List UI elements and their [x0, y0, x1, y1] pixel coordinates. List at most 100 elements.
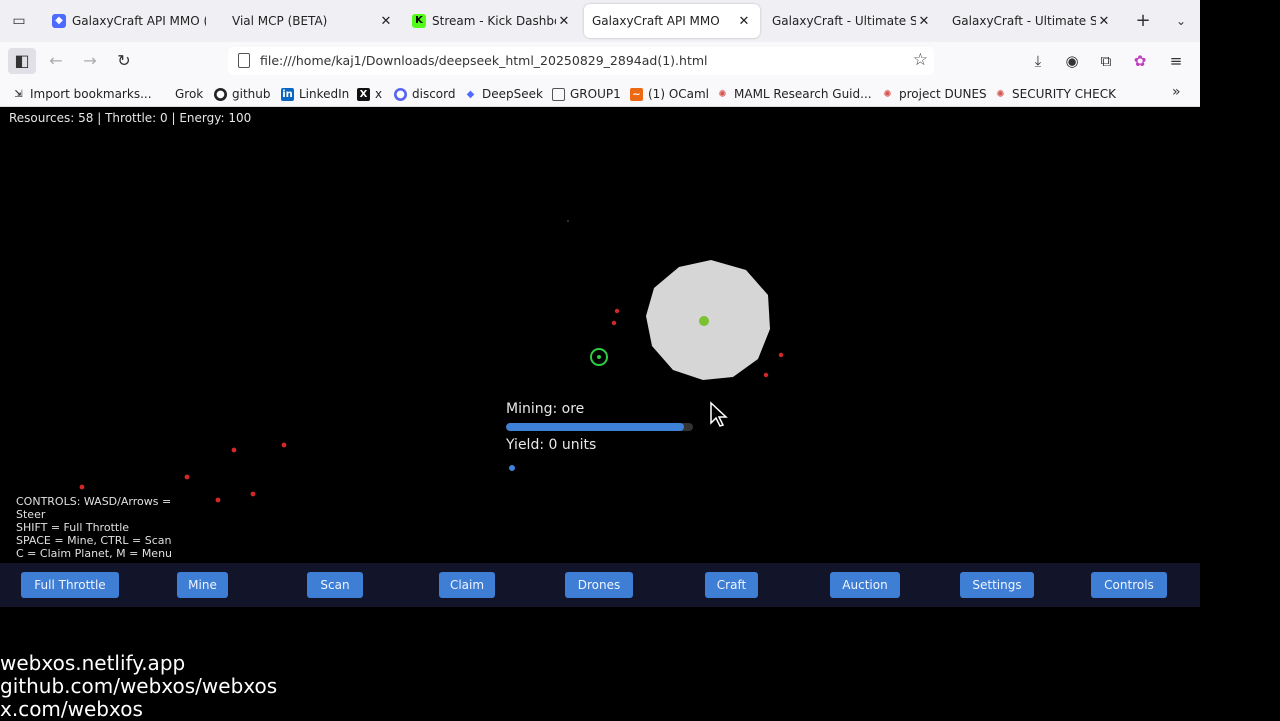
- sidebar-toggle-icon[interactable]: ◧: [8, 48, 36, 74]
- bookmark-discord[interactable]: ● discord: [394, 85, 455, 103]
- enemy-dot: [79, 484, 85, 490]
- bookmark-star-icon[interactable]: ☆: [913, 50, 928, 70]
- close-icon[interactable]: ✕: [556, 14, 572, 29]
- enemy-dot: [215, 497, 221, 503]
- drones-button[interactable]: Drones: [565, 572, 633, 598]
- close-icon[interactable]: ✕: [1096, 14, 1112, 29]
- stream-overlay: webxos.netlify.app github.com/webxos/web…: [0, 652, 277, 721]
- bookmark-x[interactable]: Xx: [357, 85, 382, 103]
- x-icon: X: [357, 87, 370, 101]
- address-bar[interactable]: file:///home/kaj1/Downloads/deepseek_htm…: [228, 47, 934, 75]
- close-icon[interactable]: ✕: [916, 14, 932, 29]
- bookmark-maml[interactable]: ✺ MAML Research Guid...: [716, 85, 871, 103]
- yield-label: Yield: 0 units: [506, 437, 597, 453]
- linkedin-icon: in: [281, 87, 294, 101]
- controls-line: CONTROLS: WASD/Arrows =: [16, 495, 172, 508]
- bookmarks-bar: ⇲ Import bookmarks... Grok ● github in Link…: [0, 80, 1200, 107]
- bookmark-label: Grok: [175, 87, 204, 101]
- new-tab-icon[interactable]: +: [1132, 10, 1154, 32]
- tab-title: Vial MCP (BETA): [232, 14, 328, 28]
- enemy-dot: [231, 447, 237, 453]
- tab-title: Stream - Kick Dashboar: [432, 14, 556, 28]
- enemy-dot: [763, 372, 769, 378]
- spark-icon: ✺: [718, 88, 727, 100]
- bookmark-label: discord: [412, 87, 456, 101]
- account-icon[interactable]: ◉: [1059, 48, 1085, 74]
- enemy-dot: [250, 491, 256, 497]
- tab-galaxycraft-active[interactable]: GalaxyCraft API MMO ✕: [584, 4, 760, 38]
- full-throttle-button[interactable]: Full Throttle: [21, 572, 119, 598]
- tab-title: GalaxyCraft - Ultimate Spa: [952, 14, 1096, 28]
- bookmark-group1[interactable]: GROUP1: [552, 85, 621, 103]
- drone-dot: [509, 465, 515, 471]
- tab-title: GalaxyCraft API MMO (: [72, 14, 206, 28]
- bookmark-label: project DUNES: [899, 87, 987, 101]
- page-icon: [552, 87, 565, 101]
- player-ship-core: [597, 355, 601, 359]
- enemy-dot: [611, 320, 617, 326]
- download-icon[interactable]: ⤓: [1025, 48, 1051, 74]
- bookmark-grok[interactable]: Grok: [175, 85, 203, 103]
- tab-kick-stream[interactable]: K Stream - Kick Dashboar ✕: [404, 4, 580, 38]
- tab-galaxycraft-ultimate-2[interactable]: GalaxyCraft - Ultimate Spa ✕: [944, 4, 1120, 38]
- forward-icon[interactable]: →: [76, 48, 104, 74]
- bookmark-github[interactable]: ● github: [214, 85, 270, 103]
- bookmark-ocaml[interactable]: ~ (1) OCaml: [630, 85, 709, 103]
- cursor-icon: [710, 401, 728, 427]
- enemy-dot: [778, 352, 784, 358]
- browser-window: ▭ ◆ GalaxyCraft API MMO ( Vial MCP (BETA…: [0, 0, 1200, 107]
- mine-button[interactable]: Mine: [177, 572, 228, 598]
- claim-button[interactable]: Claim: [439, 572, 495, 598]
- auction-button[interactable]: Auction: [830, 572, 900, 598]
- back-icon[interactable]: ←: [42, 48, 70, 74]
- menu-icon[interactable]: ≡: [1163, 48, 1189, 74]
- mining-progress-bar: [506, 423, 693, 431]
- spark-icon: ✺: [996, 88, 1005, 100]
- scan-button[interactable]: Scan: [307, 572, 363, 598]
- bookmark-security-check[interactable]: ✺ SECURITY CHECK: [994, 85, 1116, 103]
- mining-panel: Mining: ore Yield: 0 units: [506, 401, 706, 453]
- overlay-line: github.com/webxos/webxos: [0, 674, 278, 698]
- close-icon[interactable]: ✕: [736, 14, 752, 29]
- github-icon: ●: [214, 87, 227, 101]
- tab-list-icon[interactable]: ▭: [8, 10, 30, 32]
- extensions-icon[interactable]: ⧉: [1093, 48, 1119, 74]
- bookmark-label: github: [232, 87, 271, 101]
- bookmark-import[interactable]: ⇲ Import bookmarks...: [12, 85, 151, 103]
- spark-icon: ✺: [883, 88, 892, 100]
- reload-icon[interactable]: ↻: [110, 48, 138, 74]
- url-text: file:///home/kaj1/Downloads/deepseek_htm…: [260, 53, 708, 68]
- controls-button[interactable]: Controls: [1091, 572, 1167, 598]
- chevron-down-icon[interactable]: ⌄: [1170, 10, 1192, 32]
- overlay-line: x.com/webxos: [0, 697, 143, 721]
- bookmark-label: (1) OCaml: [648, 87, 710, 101]
- controls-line: C = Claim Planet, M = Menu: [16, 547, 173, 560]
- bookmark-label: DeepSeek: [482, 87, 543, 101]
- bookmark-project-dunes[interactable]: ✺ project DUNES: [881, 85, 987, 103]
- tab-galaxycraft-1[interactable]: ◆ GalaxyCraft API MMO (: [44, 4, 214, 38]
- settings-button[interactable]: Settings: [960, 572, 1034, 598]
- planet-core: [699, 316, 709, 326]
- bookmark-linkedin[interactable]: in LinkedIn: [281, 85, 349, 103]
- enemy-dot: [281, 442, 287, 448]
- action-bar: Full Throttle Mine Scan Claim Drones Cra…: [0, 563, 1200, 607]
- deepseek-icon: ◆: [466, 88, 475, 100]
- tab-title: GalaxyCraft - Ultimate Spa: [772, 14, 916, 28]
- bookmark-label: SECURITY CHECK: [1012, 87, 1116, 101]
- close-icon[interactable]: ✕: [378, 14, 394, 29]
- craft-button[interactable]: Craft: [705, 572, 758, 598]
- page-icon: [238, 53, 250, 68]
- tab-vial-mcp[interactable]: Vial MCP (BETA) ✕: [224, 4, 402, 38]
- bookmarks-overflow-icon[interactable]: »: [1172, 84, 1181, 100]
- enemy-dot: [184, 474, 190, 480]
- copilot-icon[interactable]: ✿: [1127, 48, 1153, 74]
- tab-galaxycraft-ultimate-1[interactable]: GalaxyCraft - Ultimate Spa ✕: [764, 4, 940, 38]
- tab-bar: ▭ ◆ GalaxyCraft API MMO ( Vial MCP (BETA…: [0, 0, 1200, 42]
- overlay-line: webxos.netlify.app: [0, 651, 186, 675]
- game-canvas[interactable]: Resources: 58 | Throttle: 0 | Energy: 10…: [0, 107, 1200, 607]
- mining-progress-fill: [506, 423, 684, 431]
- enemy-dot: [614, 308, 620, 314]
- resource-hud: Resources: 58 | Throttle: 0 | Energy: 10…: [9, 111, 252, 125]
- bookmark-deepseek[interactable]: ◆ DeepSeek: [464, 85, 543, 103]
- import-icon: ⇲: [14, 88, 23, 100]
